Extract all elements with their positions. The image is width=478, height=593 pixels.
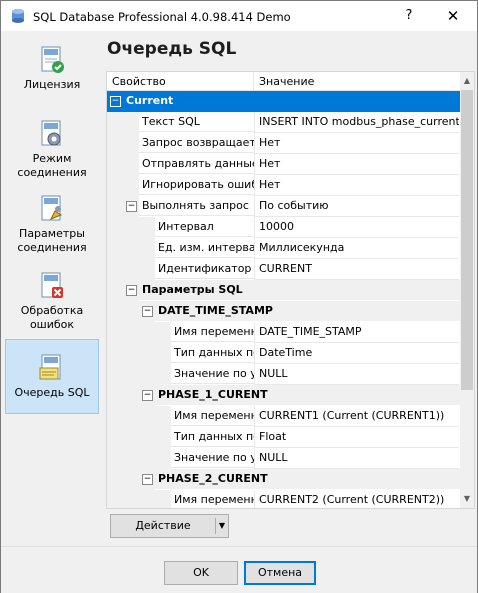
grid-property-row[interactable]: Имя переменно...DATE_TIME_STAMP <box>107 322 460 343</box>
help-button[interactable]: ? <box>399 6 419 26</box>
dialog-footer: OK Отмена <box>1 546 477 593</box>
property-name: Текст SQL <box>139 112 254 132</box>
sidebar-item-connection-params[interactable]: Параметры соединения <box>5 193 99 254</box>
property-value[interactable]: Нет <box>254 154 459 175</box>
grid-property-row[interactable]: Значение по ум...NULL <box>107 448 460 469</box>
grid-property-row[interactable]: Запрос возвращает з...Нет <box>107 133 460 154</box>
property-name: PHASE_1_CURENT <box>155 385 460 405</box>
property-name: Имя переменно... <box>171 490 254 508</box>
property-value[interactable]: Нет <box>254 175 459 196</box>
sidebar-item-label: Параметры соединения <box>17 227 87 254</box>
dropdown-arrow-icon[interactable]: ▼ <box>216 515 228 537</box>
scroll-up-arrow-icon[interactable]: ▲ <box>460 74 474 88</box>
grid-property-row[interactable]: Текст SQL INSERT INTO modbus_phase_curren… <box>107 112 460 133</box>
property-value[interactable]: NULL <box>254 364 459 385</box>
action-button-label[interactable]: Действие <box>111 515 215 537</box>
cancel-button[interactable]: Отмена <box>244 561 316 585</box>
property-value[interactable]: NULL <box>254 448 459 469</box>
dialog-window: SQL Database Professional 4.0.98.414 Dem… <box>0 0 478 593</box>
column-header-value[interactable]: Значение <box>259 75 314 88</box>
property-value[interactable]: DateTime <box>254 343 459 364</box>
property-name: Ед. изм. интервала <box>155 238 254 258</box>
connection-mode-gear-icon <box>41 120 61 146</box>
column-header-property[interactable]: Свойство <box>112 75 166 88</box>
property-name: Интервал <box>155 217 254 237</box>
property-name: Тип данных пол... <box>171 343 254 363</box>
property-grid[interactable]: Свойство Значение Current − Текст SQL INSER… <box>106 71 475 509</box>
property-value[interactable]: Float <box>254 427 459 448</box>
property-value[interactable]: CURRENT <box>254 259 459 280</box>
property-value[interactable]: Нет <box>254 133 459 154</box>
error-handling-icon <box>41 272 63 298</box>
property-name: Current <box>123 91 460 111</box>
grid-property-row[interactable]: Имя переменно...CURRENT2 (Current (CURRE… <box>107 490 460 508</box>
grid-category-row[interactable]: PHASE_1_CURENT − <box>107 385 460 406</box>
grid-category-row[interactable]: Current − <box>107 91 460 112</box>
sidebar-item-label: Обработка ошибок <box>20 304 84 331</box>
property-value[interactable]: CURRENT2 (Current (CURRENT2)) <box>254 490 459 508</box>
property-name: DATE_TIME_STAMP <box>155 301 460 321</box>
grid-property-row[interactable]: Игнорировать ошибки ...Нет <box>107 175 460 196</box>
action-dropdown-button[interactable]: Действие ▼ <box>110 514 229 538</box>
collapse-toggle-icon[interactable]: − <box>126 285 137 296</box>
property-value[interactable]: INSERT INTO modbus_phase_current... <box>254 112 459 133</box>
property-name: Тип данных пол... <box>171 427 254 447</box>
grid-property-row[interactable]: Тип данных пол...DateTime <box>107 343 460 364</box>
collapse-toggle-icon[interactable]: − <box>126 201 137 212</box>
page-title: Очередь SQL <box>107 39 237 59</box>
property-value[interactable]: По событию <box>254 196 459 217</box>
grid-property-row[interactable]: Выполнять запрос − По событию <box>107 196 460 217</box>
property-name: Идентификатор со... <box>155 259 254 279</box>
property-name: Запрос возвращает з... <box>139 133 254 153</box>
property-value[interactable]: 10000 <box>254 217 459 238</box>
property-value[interactable]: CURRENT1 (Current (CURRENT1)) <box>254 406 459 427</box>
license-check-icon <box>41 46 64 73</box>
connection-params-icon <box>41 195 63 221</box>
sql-queue-icon <box>39 354 61 380</box>
collapse-toggle-icon[interactable]: − <box>142 390 153 401</box>
grid-category-row[interactable]: PHASE_2_CURENT − <box>107 469 460 490</box>
sidebar-item-label: Очередь SQL <box>14 386 90 399</box>
scroll-down-arrow-icon[interactable]: ▼ <box>460 492 474 506</box>
grid-property-row[interactable]: Интервал 10000 <box>107 217 460 238</box>
grid-property-row[interactable]: Имя переменно...CURRENT1 (Current (CURRE… <box>107 406 460 427</box>
property-value[interactable]: DATE_TIME_STAMP <box>254 322 459 343</box>
window-title: SQL Database Professional 4.0.98.414 Dem… <box>33 10 291 24</box>
sidebar-item-label: Режим соединения <box>17 152 87 179</box>
grid-property-row[interactable]: Тип данных пол...Float <box>107 427 460 448</box>
sidebar-item-license[interactable]: Лицензия <box>5 44 99 96</box>
collapse-toggle-icon[interactable]: − <box>110 96 121 107</box>
sidebar-item-error-handling[interactable]: Обработка ошибок <box>5 270 99 331</box>
sidebar-item-connection-mode[interactable]: Режим соединения <box>5 118 99 179</box>
grid-header: Свойство Значение <box>107 72 460 91</box>
collapse-toggle-icon[interactable]: − <box>142 474 153 485</box>
sidebar: Лицензия Режим соединения Параметры соед… <box>1 32 105 542</box>
property-name: Параметры SQL <box>139 280 460 300</box>
collapse-toggle-icon[interactable]: − <box>142 306 153 317</box>
property-name: Имя переменно... <box>171 406 254 426</box>
scroll-thumb[interactable] <box>461 90 473 390</box>
close-button[interactable]: ✕ <box>443 6 463 26</box>
grid-category-row[interactable]: Параметры SQL − <box>107 280 460 301</box>
ok-button[interactable]: OK <box>164 561 238 585</box>
property-name: Отправлять данные за... <box>139 154 254 174</box>
property-name: Значение по ум... <box>171 364 254 384</box>
title-bar: SQL Database Professional 4.0.98.414 Dem… <box>1 1 477 31</box>
property-name: Значение по ум... <box>171 448 254 468</box>
sidebar-item-sql-queue[interactable]: Очередь SQL <box>5 339 99 414</box>
app-icon <box>12 9 24 23</box>
property-name: Игнорировать ошибки ... <box>139 175 254 195</box>
property-name: Имя переменно... <box>171 322 254 342</box>
property-value[interactable]: Миллисекунда <box>254 238 459 259</box>
grid-property-row[interactable]: Идентификатор со...CURRENT <box>107 259 460 280</box>
property-name: PHASE_2_CURENT <box>155 469 460 489</box>
grid-property-row[interactable]: Ед. изм. интервалаМиллисекунда <box>107 238 460 259</box>
grid-property-row[interactable]: Значение по ум...NULL <box>107 364 460 385</box>
sidebar-item-label: Лицензия <box>23 78 81 91</box>
property-name: Выполнять запрос <box>139 196 254 216</box>
vertical-scrollbar[interactable]: ▲ ▼ <box>460 72 474 508</box>
grid-property-row[interactable]: Отправлять данные за...Нет <box>107 154 460 175</box>
grid-category-row[interactable]: DATE_TIME_STAMP − <box>107 301 460 322</box>
